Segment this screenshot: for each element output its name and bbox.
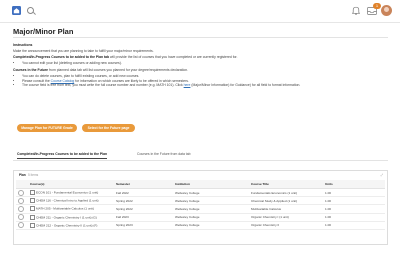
title-divider xyxy=(13,37,388,38)
table-row[interactable]: CHEM 116 - Chemical Intro to Applied (1 … xyxy=(16,196,385,206)
col-semester: Semester xyxy=(114,180,173,189)
table-row[interactable]: ECON 101 - Fundamental Economics (1 unit… xyxy=(16,188,385,198)
bullet-4: The course field is free from text, you … xyxy=(22,83,388,88)
table-row[interactable]: CHEM 211 - Organic Chemistry I (1 unit) … xyxy=(16,213,385,222)
page-title: Major/Minor Plan xyxy=(13,27,74,36)
bullet4-pre: The course field is free from text, you … xyxy=(22,83,184,88)
instructions-line2: Completed/In-Progress Courses to be adde… xyxy=(13,55,388,60)
row-edit-icon[interactable] xyxy=(30,214,35,220)
line2-rest: will provide the list of courses that yo… xyxy=(109,55,238,60)
row-units: 1.00 xyxy=(323,221,357,230)
plan-tabs: Completed/In-Progress Courses to be adde… xyxy=(13,150,388,161)
row-units: 1.00 xyxy=(323,196,357,206)
plan-table-panel: Plan 5 items ⤢ Course(s) Semester Instit… xyxy=(13,170,388,245)
line2-bold: Completed/In-Progress Courses to be adde… xyxy=(13,55,110,60)
row-title: Organic Chemistry II xyxy=(249,221,323,230)
row-edit-icon[interactable] xyxy=(30,206,35,212)
search-icon[interactable] xyxy=(27,7,34,14)
select-future-button[interactable]: Select for the Future page xyxy=(82,124,135,132)
col-extra xyxy=(357,180,385,189)
row-institution: Wellesley College xyxy=(173,204,249,214)
course-catalog-link[interactable]: Course Catalog xyxy=(51,79,75,83)
bullet3-pre: Please consult the xyxy=(22,78,51,83)
row-title: Organic Chemistry I (1 unit) xyxy=(249,213,323,222)
instructions-line1: Make the announcement that you are plann… xyxy=(13,49,154,54)
row-select-radio[interactable] xyxy=(18,189,24,196)
row-semester: Spring 2022 xyxy=(114,196,173,206)
row-institution: Wellesley College xyxy=(173,213,249,222)
row-title: Multivariable Calculus xyxy=(249,204,323,214)
home-logo-icon[interactable] xyxy=(12,6,21,15)
tab-future[interactable]: Courses in the Future from data tab xyxy=(137,152,191,156)
col-institution: Institution xyxy=(173,180,249,189)
row-course: CHEM 212 - Organic Chemistry II (1 unit)… xyxy=(36,223,98,228)
col-course-title: Course Title xyxy=(249,180,323,189)
table-row[interactable]: MATH 205 - Multivariable Calculus (1 uni… xyxy=(16,204,385,214)
row-institution: Wellesley College xyxy=(173,196,249,206)
row-title: Fundamentals Economics (1 unit) xyxy=(249,188,323,198)
line3-rest: from planned data tab will list courses … xyxy=(48,67,189,72)
user-avatar[interactable] xyxy=(381,5,392,16)
table-header-row: Course(s) Semester Institution Course Ti… xyxy=(16,180,385,189)
bullet4-post: (Major/Minor Information) for Guidance) … xyxy=(190,83,301,88)
plan-table: Course(s) Semester Institution Course Ti… xyxy=(16,180,385,230)
row-select-radio[interactable] xyxy=(18,214,24,221)
row-institution: Wellesley College xyxy=(173,188,249,198)
row-semester: Fall 2023 xyxy=(114,213,173,222)
bullets-future: You can do delete courses, plan to fulfi… xyxy=(13,74,388,88)
bullet-1: You cannot edit your list (deleting cour… xyxy=(22,61,388,66)
bell-icon[interactable] xyxy=(352,6,360,15)
line3-bold: Courses in the Future xyxy=(13,67,49,72)
row-select-radio[interactable] xyxy=(18,222,24,229)
table-title: Plan xyxy=(19,173,26,177)
row-course: CHEM 211 - Organic Chemistry I (1 unit) … xyxy=(36,214,97,219)
row-semester: Spring 2023 xyxy=(114,221,173,230)
row-select-radio[interactable] xyxy=(18,197,24,204)
col-select xyxy=(16,180,28,189)
row-edit-icon[interactable] xyxy=(30,222,35,228)
row-course: CHEM 116 - Chemical Intro to Applied (1 … xyxy=(36,198,99,203)
row-semester: Spring 2022 xyxy=(114,204,173,214)
row-edit-icon[interactable] xyxy=(30,198,35,204)
table-row[interactable]: CHEM 212 - Organic Chemistry II (1 unit)… xyxy=(16,221,385,230)
expand-icon[interactable]: ⤢ xyxy=(380,171,383,179)
row-course: MATH 205 - Multivariable Calculus (1 uni… xyxy=(36,206,94,211)
table-count: 5 items xyxy=(28,173,39,177)
bullet3-post: for information on which courses are lik… xyxy=(74,78,189,83)
tab-completed[interactable]: Completed/In-Progress Courses to be adde… xyxy=(17,152,108,159)
row-course: ECON 101 - Fundamental Economics (1 unit… xyxy=(36,190,99,195)
col-units: Units xyxy=(323,180,357,189)
inbox-badge: 1 xyxy=(373,3,381,9)
row-semester: Fall 2022 xyxy=(114,188,173,198)
row-institution: Wellesley College xyxy=(173,221,249,230)
row-title: Chemical Study & Applied (1 unit) xyxy=(249,196,323,206)
row-units: 1.00 xyxy=(323,204,357,214)
row-units: 1.00 xyxy=(323,188,357,198)
row-select-radio[interactable] xyxy=(18,205,24,212)
row-units: 1.00 xyxy=(323,213,357,222)
instructions-line3: Courses in the Future from planned data … xyxy=(13,68,388,73)
top-bar: 1 xyxy=(0,0,400,23)
instructions-heading: Instructions xyxy=(13,43,33,47)
row-edit-icon[interactable] xyxy=(30,190,35,196)
manage-plan-button[interactable]: Manage Plan for FUTURE Grade xyxy=(17,124,77,132)
bullets-completed: You cannot edit your list (deleting cour… xyxy=(13,61,388,66)
col-course: Course(s) xyxy=(28,180,114,189)
table-header-bar: Plan 5 items ⤢ xyxy=(14,171,387,179)
instructions-section: Instructions Make the announcement that … xyxy=(13,43,388,90)
